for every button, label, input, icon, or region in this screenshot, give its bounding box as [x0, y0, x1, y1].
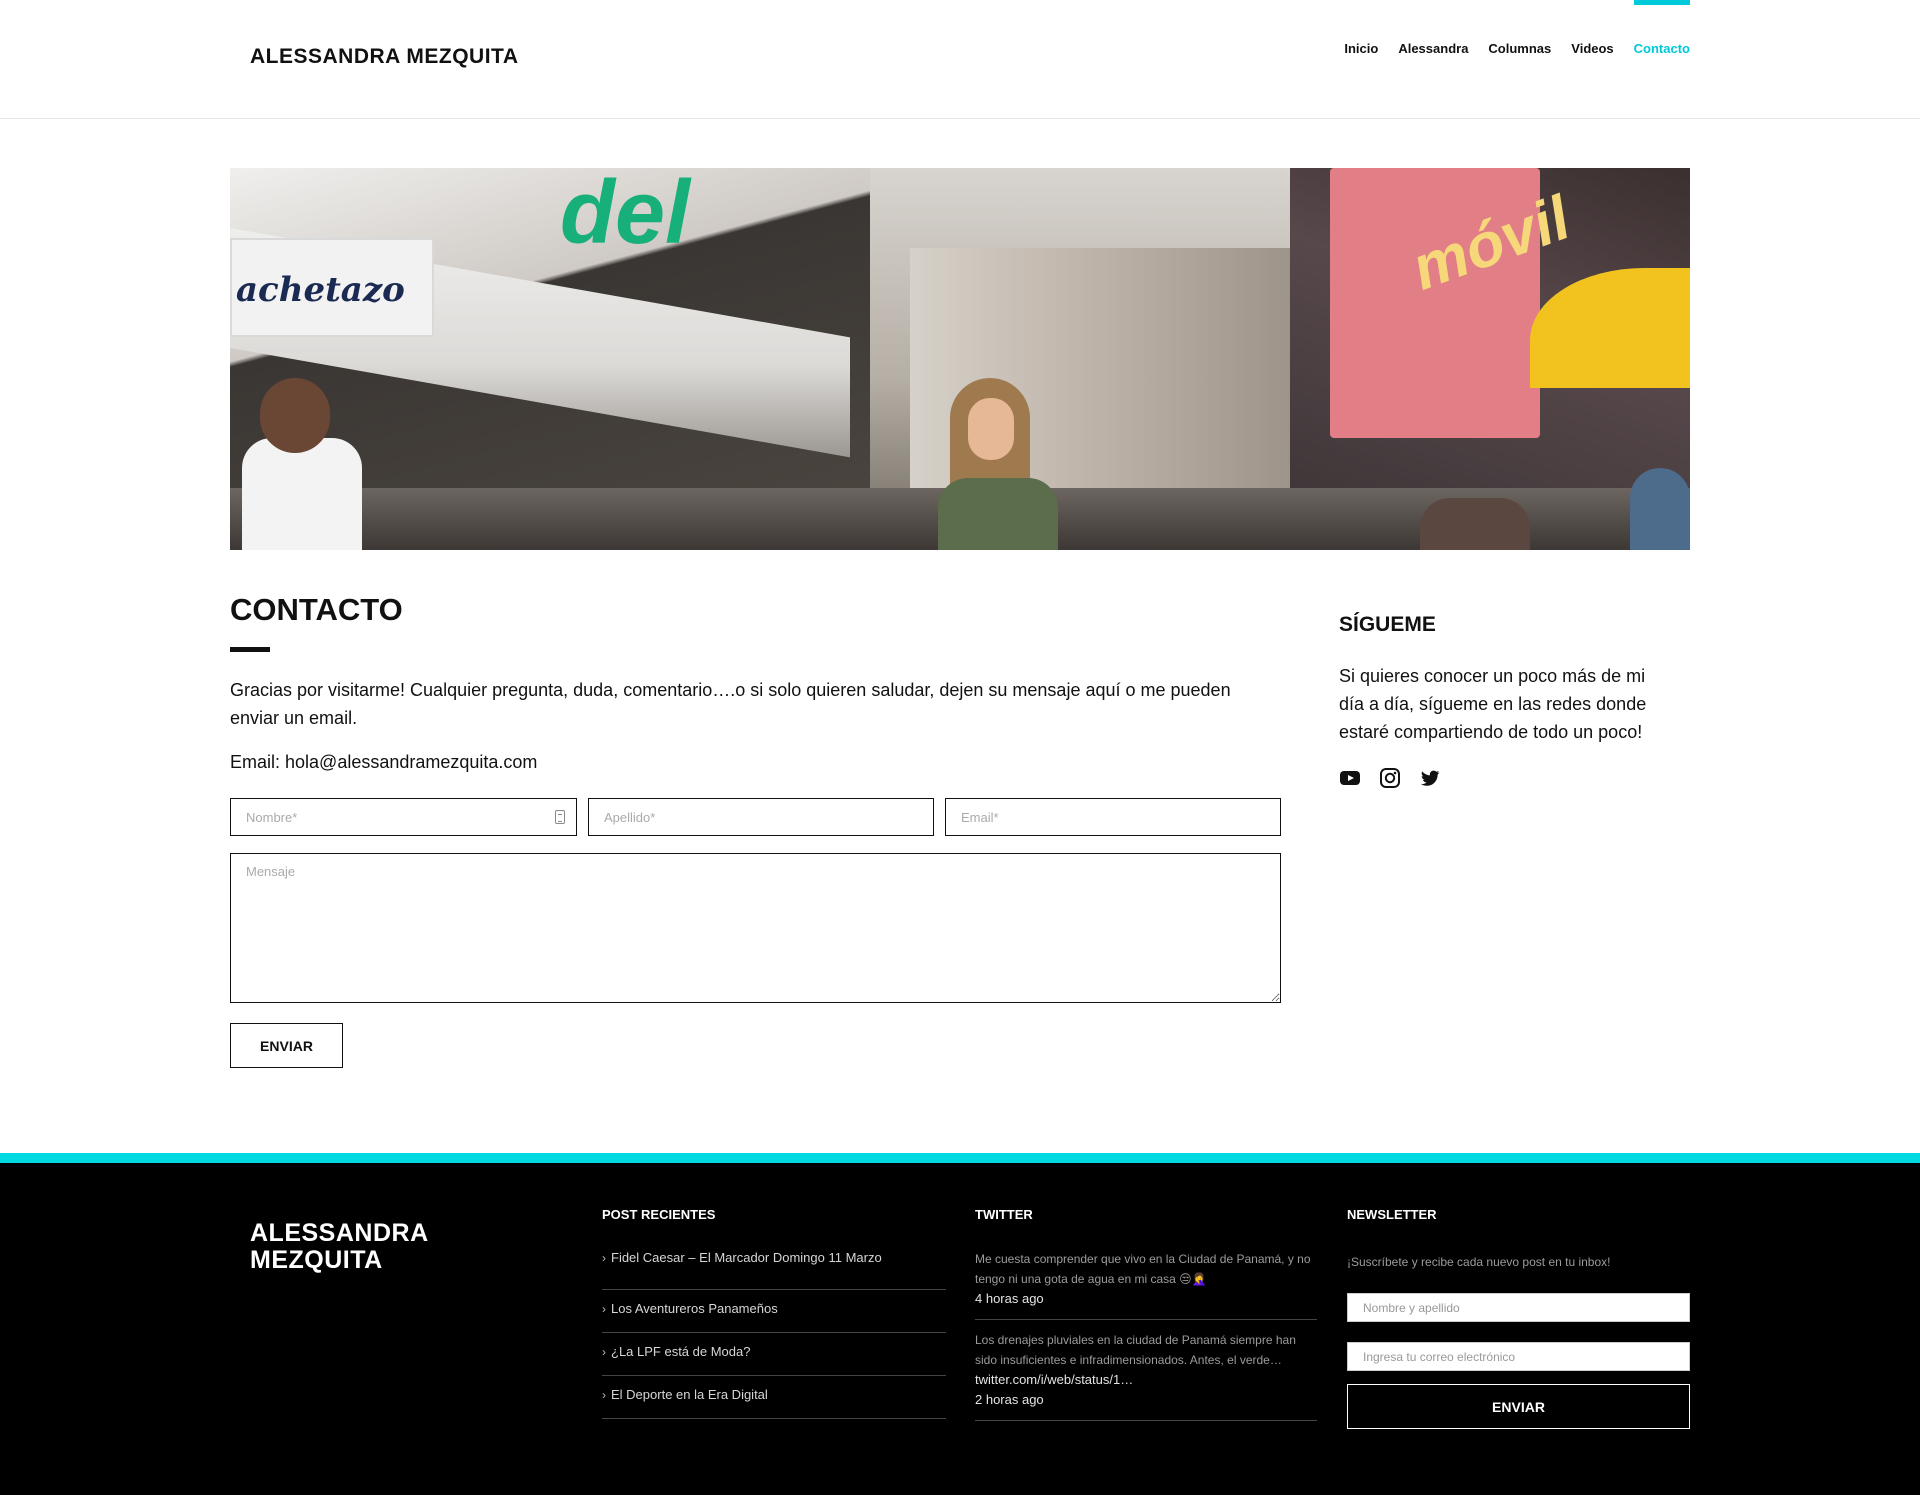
newsletter-heading: NEWSLETTER — [1347, 1207, 1437, 1222]
newsletter-submit-button[interactable]: ENVIAR — [1347, 1384, 1690, 1429]
chevron-right-icon: › — [602, 1251, 606, 1265]
post-link[interactable]: › Los Aventureros Panameños — [602, 1290, 946, 1333]
nav-item-videos[interactable]: Videos — [1571, 0, 1613, 100]
chevron-right-icon: › — [602, 1388, 606, 1402]
social-links — [1339, 767, 1459, 789]
sidebar-title: SÍGUEME — [1339, 613, 1436, 636]
nav-item-contacto[interactable]: Contacto — [1633, 0, 1691, 100]
footer-logo[interactable]: ALESSANDRA MEZQUITA — [250, 1220, 429, 1274]
tweet-text: Los drenajes pluviales en la ciudad de P… — [975, 1333, 1296, 1367]
email-field[interactable] — [945, 798, 1281, 836]
post-link[interactable]: › Fidel Caesar – El Marcador Domingo 11 M… — [602, 1248, 946, 1290]
newsletter-email-input[interactable] — [1347, 1342, 1690, 1371]
post-link[interactable]: › ¿La LPF está de Moda? — [602, 1333, 946, 1376]
apellido-field[interactable] — [588, 798, 934, 836]
tweet-time[interactable]: 4 horas ago — [975, 1289, 1317, 1309]
youtube-icon[interactable] — [1339, 767, 1361, 789]
post-link[interactable]: › El Deporte en la Era Digital — [602, 1376, 946, 1419]
site-footer: ALESSANDRA MEZQUITA POST RECIENTES › Fide… — [0, 1163, 1920, 1495]
tweet-text: Me cuesta comprender que vivo en la Ciud… — [975, 1252, 1311, 1286]
sidebar-text: Si quieres conocer un poco más de mi día… — [1339, 666, 1647, 742]
hero-image: achetazo del móvil — [230, 168, 1690, 550]
posts-heading: POST RECIENTES — [602, 1207, 716, 1222]
newsletter-name-input[interactable] — [1347, 1293, 1690, 1322]
nav-item-inicio[interactable]: Inicio — [1344, 0, 1378, 100]
site-logo[interactable]: ALESSANDRA MEZQUITA — [250, 45, 519, 69]
twitter-heading: TWITTER — [975, 1207, 1033, 1222]
intro-text: Gracias por visitarme! Cualquier pregunt… — [230, 680, 1231, 728]
footer-logo-line2: MEZQUITA — [250, 1246, 383, 1274]
mensaje-field[interactable] — [230, 853, 1281, 1003]
page-title: CONTACTO — [230, 592, 403, 627]
tweet-time[interactable]: 2 horas ago — [975, 1390, 1317, 1410]
nav-item-columnas[interactable]: Columnas — [1488, 0, 1551, 100]
nombre-field[interactable] — [230, 798, 577, 836]
instagram-icon[interactable] — [1379, 767, 1401, 789]
recent-posts-list: › Fidel Caesar – El Marcador Domingo 11 M… — [602, 1248, 946, 1419]
nav-item-alessandra[interactable]: Alessandra — [1398, 0, 1468, 100]
main-nav: Inicio Alessandra Columnas Videos Contac… — [1324, 0, 1691, 100]
chevron-right-icon: › — [602, 1345, 606, 1359]
tweet: Me cuesta comprender que vivo en la Ciud… — [975, 1249, 1317, 1320]
tweet: Los drenajes pluviales en la ciudad de P… — [975, 1330, 1317, 1421]
site-header: ALESSANDRA MEZQUITA Inicio Alessandra Co… — [0, 0, 1920, 119]
submit-button[interactable]: ENVIAR — [230, 1023, 343, 1068]
contact-email[interactable]: Email: hola@alessandramezquita.com — [230, 752, 537, 773]
contact-card-icon[interactable] — [555, 810, 565, 824]
twitter-feed: Me cuesta comprender que vivo en la Ciud… — [975, 1249, 1317, 1431]
tweet-link[interactable]: twitter.com/i/web/status/1… — [975, 1370, 1317, 1390]
twitter-icon[interactable] — [1419, 767, 1441, 789]
footer-accent-stripe — [0, 1153, 1920, 1163]
chevron-right-icon: › — [602, 1302, 606, 1316]
footer-logo-line1: ALESSANDRA — [250, 1219, 429, 1247]
newsletter-text: ¡Suscríbete y recibe cada nuevo post en … — [1347, 1255, 1611, 1269]
title-underline — [230, 647, 270, 652]
